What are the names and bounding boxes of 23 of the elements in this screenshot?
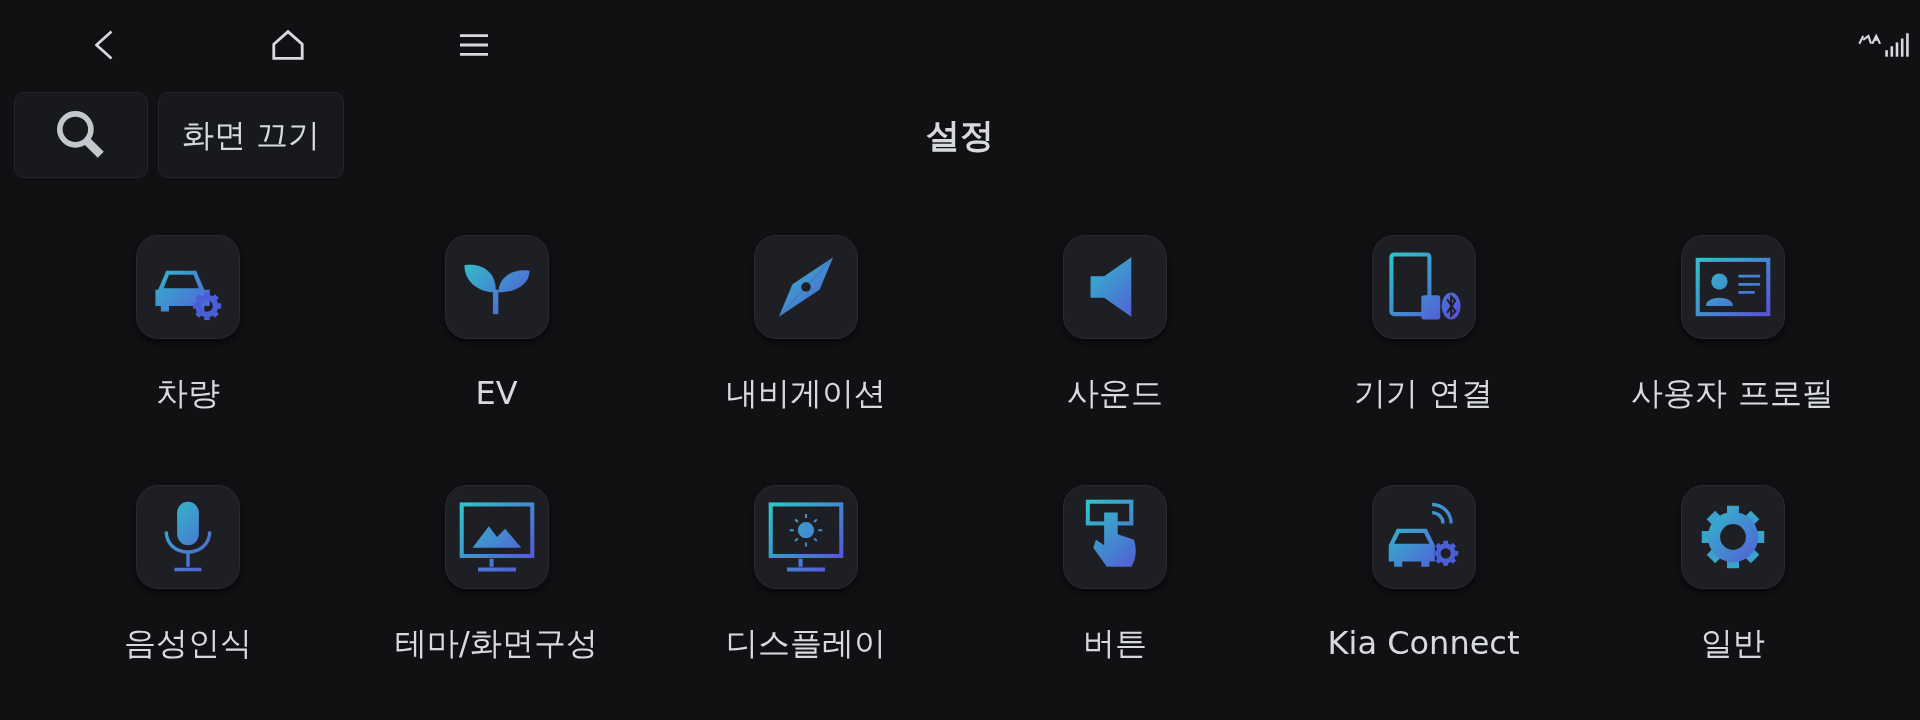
- logo-signal-icon: [1858, 32, 1910, 58]
- settings-tile[interactable]: 기기 연결: [1269, 232, 1578, 452]
- search-icon: [57, 111, 105, 159]
- settings-tile[interactable]: 음성인식: [33, 482, 342, 702]
- settings-tile[interactable]: Kia Connect: [1269, 482, 1578, 702]
- settings-tile[interactable]: 사용자 프로필: [1578, 232, 1887, 452]
- settings-tile[interactable]: 일반: [1578, 482, 1887, 702]
- settings-tile[interactable]: 테마/화면구성: [342, 482, 651, 702]
- back-icon: [95, 30, 113, 60]
- search-button[interactable]: [14, 92, 148, 178]
- page-title: 설정: [926, 113, 994, 157]
- settings-tile[interactable]: EV: [342, 232, 651, 452]
- settings-tile[interactable]: 디스플레이: [651, 482, 960, 702]
- settings-tile[interactable]: 사운드: [960, 232, 1269, 452]
- settings-tile[interactable]: 버튼: [960, 482, 1269, 702]
- home-button[interactable]: [270, 28, 306, 62]
- settings-tile[interactable]: 내비게이션: [651, 232, 960, 452]
- menu-icon: [460, 34, 488, 56]
- home-icon: [272, 30, 304, 60]
- screen-off-button[interactable]: 화면 끄기: [158, 92, 344, 178]
- settings-tile[interactable]: 차량: [33, 232, 342, 452]
- monitor-sun-icon: [767, 499, 844, 575]
- monitor-mountain-icon: [458, 499, 535, 575]
